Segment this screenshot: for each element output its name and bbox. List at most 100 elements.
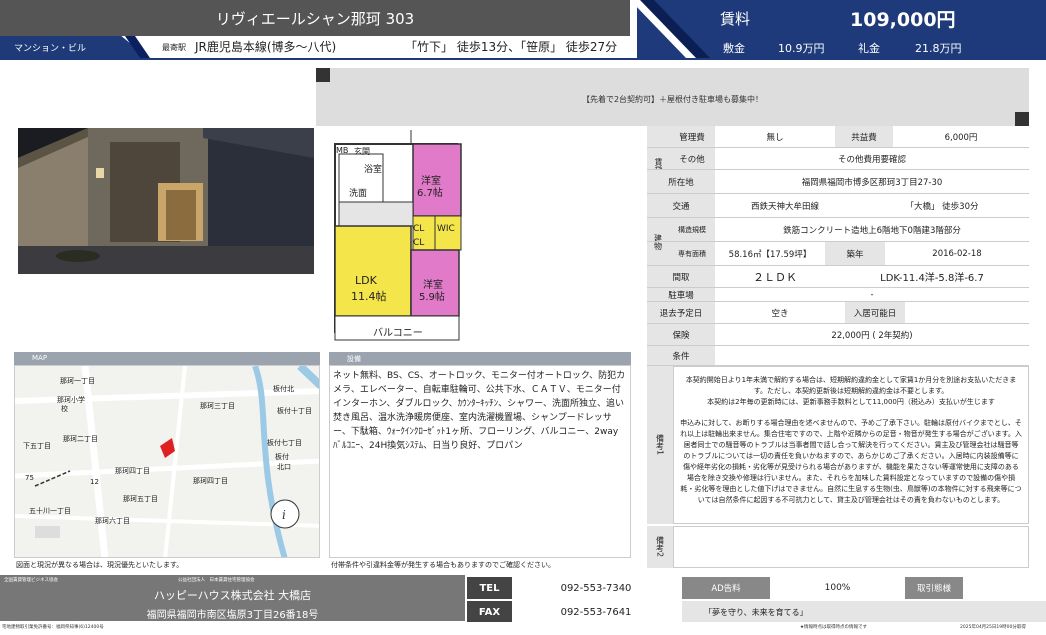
common-value: 6,000円: [944, 132, 978, 143]
plan-label-washroom: 洗面: [349, 189, 368, 199]
built-label: 築年: [825, 242, 885, 265]
table-row: 条件: [647, 346, 1029, 366]
floor-plan-drawing: [334, 130, 462, 341]
built-value: 2016-02-18: [932, 248, 982, 259]
plan-label-cl1: CL: [413, 224, 425, 234]
move-out-label: 退去予定日: [647, 302, 715, 323]
remarks1-text-a: 本契約開始日より1年未満で解約する場合は、短期解約違約金として家賃1か月分を別途…: [685, 376, 1017, 395]
map-label: 五十川一丁目: [29, 507, 71, 515]
area-map[interactable]: i 那珂一丁目 那珂小学 校 那珂二丁目 下五丁目 五十川一丁目 那珂四丁目 那…: [14, 365, 320, 558]
remarks1-text-c: 申込みに対して、お断りする場合理由を述べませんので、予めご了承下さい。駐輪は原付…: [680, 419, 1022, 504]
transport-line: 西鉄天神大牟田線: [750, 201, 819, 212]
table-row: 保険 22,000円 ( 2年契約): [647, 324, 1029, 346]
map-label: 板付: [275, 453, 289, 461]
map-label: 那珂四丁目: [115, 467, 150, 475]
plan-label-mb: MB: [336, 146, 349, 155]
map-header: MAP: [14, 352, 320, 365]
ad-value: 100%: [824, 583, 851, 593]
campaign-text: 【先着で2台契約可】＋屋根付き駐車場も募集中！: [581, 95, 764, 104]
company-name: ハッピーハウス株式会社 大橋店: [153, 589, 312, 602]
remarks1-box: 本契約開始日より1年未満で解約する場合は、短期解約違約金として家賃1か月分を別途…: [673, 366, 1029, 524]
property-title: リヴィエールシャン那珂 303: [215, 10, 415, 28]
building-photo-image: [18, 128, 314, 274]
mgmt-value: 無し: [766, 132, 784, 143]
fax-number: 092-553-7641: [560, 606, 632, 618]
banner-corner: [1015, 112, 1029, 126]
tel-number[interactable]: 092-553-7340: [512, 577, 680, 599]
plan-label-entrance: 玄関: [354, 147, 370, 156]
company-slogan: 「夢を守り、未来を育てる」: [682, 601, 1046, 623]
key-money-value: 21.8万円: [915, 42, 962, 55]
footer-bottom: [0, 622, 1046, 635]
map-label: 板付七丁目: [267, 439, 302, 447]
layout-label: 間取: [647, 266, 715, 287]
rent-value: 109,000円: [850, 9, 956, 31]
plan-label-ldk: LDK: [355, 274, 377, 287]
plan-label-wic: WIC: [437, 224, 455, 234]
equipment-header: 設備: [329, 352, 631, 365]
map-label: 下五丁目: [23, 442, 51, 450]
map-label: 那珂三丁目: [200, 402, 235, 410]
table-row: 間取 ２ＬＤＫ LDK-11.4洋-5.8洋-6.7: [647, 266, 1029, 288]
parking-label: 駐車場: [647, 288, 715, 301]
layout-value: ２ＬＤＫ: [753, 270, 797, 284]
mgmt-label: 管理費: [669, 126, 715, 147]
plan-label-cl2: CL: [413, 238, 425, 248]
common-label: 共益費: [835, 126, 893, 147]
other-label: その他: [669, 148, 715, 169]
plan-label-balcony: バルコニー: [373, 328, 423, 339]
deposit-value: 10.9万円: [778, 42, 825, 55]
detail-table: 賃貸条件 管理費 無し 共益費 6,000円 その他 その他費用要確認 所在地 …: [647, 126, 1029, 366]
remarks1-text-b: 本契約は2年毎の更新時には、更新事務手数料として11,000円（税込み）支払いが…: [707, 398, 995, 406]
map-label: 那珂五丁目: [123, 495, 158, 503]
table-row: 所在地 福岡県福岡市博多区那珂3丁目27-30: [647, 170, 1029, 194]
map-label: 那珂四丁目: [193, 477, 228, 485]
table-row: 構造規模 鉄筋コンクリート造地上6階地下0階建3階部分: [647, 218, 1029, 242]
retrieval-date: 2025年04月25日19時00分取得: [960, 625, 1026, 630]
map-label: 那珂二丁目: [63, 435, 98, 443]
license-number: 宅地建物取引業免許番号：福岡県知事(6)12400号: [2, 625, 104, 630]
map-note: 図面と現況が異なる場合は、現況優先といたします。: [16, 561, 184, 569]
address-value: 福岡県福岡市博多区那珂3丁目27-30: [801, 177, 943, 188]
plan-label-bath: 浴室: [364, 165, 383, 175]
deposit-label: 敷金: [723, 42, 745, 55]
org-name-1: 全国賃貸管理ビジネス協会: [4, 578, 58, 583]
transport-label: 交通: [647, 194, 715, 217]
insurance-label: 保険: [647, 324, 715, 345]
map-label: 校: [61, 405, 68, 413]
layout-detail: LDK-11.4洋-5.8洋-6.7: [880, 273, 984, 284]
plan-label-room2-size: 5.9帖: [419, 292, 445, 303]
org-name-2: 公益社団法人 日本賃貸住宅管理協会: [178, 578, 255, 583]
deal-type-value: [963, 577, 1046, 599]
map-label: 北口: [277, 463, 291, 471]
ad-label: AD告料: [682, 577, 770, 599]
company-address: 福岡県福岡市南区塩原3丁目26番18号: [146, 610, 319, 621]
map-label: 那珂一丁目: [60, 377, 95, 385]
structure-value: 鉄筋コンクリート造地上6階地下0階建3階部分: [783, 225, 961, 236]
table-row: 交通 西鉄天神大牟田線 「大橋」 徒歩30分: [647, 194, 1029, 218]
tel-label: TEL: [467, 577, 512, 599]
parking-value: -: [870, 289, 874, 300]
table-row: 駐車場 -: [647, 288, 1029, 302]
remarks1-label: 備考1: [647, 366, 673, 524]
map-label: 75: [25, 474, 34, 482]
floor-plan: [333, 130, 463, 345]
key-money-label: 礼金: [858, 42, 880, 55]
other-value: その他費用要確認: [837, 154, 906, 165]
equipment-note: 付帯条件や引違料金等が発生する場合もありますのでご確認ください。: [331, 561, 555, 569]
table-row: 専有面積 58.16㎡【17.59坪】 築年 2016-02-18: [647, 242, 1029, 266]
address-label: 所在地: [647, 170, 715, 193]
conditions-value: [715, 346, 1029, 365]
area-label: 専有面積: [669, 242, 715, 265]
station-label: 最寄駅: [162, 43, 186, 52]
rent-label: 賃料: [720, 10, 751, 28]
fax-label: FAX: [467, 601, 512, 623]
insurance-value: 22,000円 ( 2年契約): [831, 330, 913, 341]
table-row: 退去予定日 空き 入居可能日: [647, 302, 1029, 324]
banner-corner: [316, 68, 330, 82]
map-label: 那珂六丁目: [95, 517, 130, 525]
remarks2-box: [673, 526, 1029, 568]
equipment-text: ネット無料、BS、CS、オートロック、モニター付オートロック、防犯カメラ、エレベ…: [329, 365, 631, 558]
map-label: 板付十丁目: [277, 407, 312, 415]
move-out-value: 空き: [771, 308, 789, 319]
